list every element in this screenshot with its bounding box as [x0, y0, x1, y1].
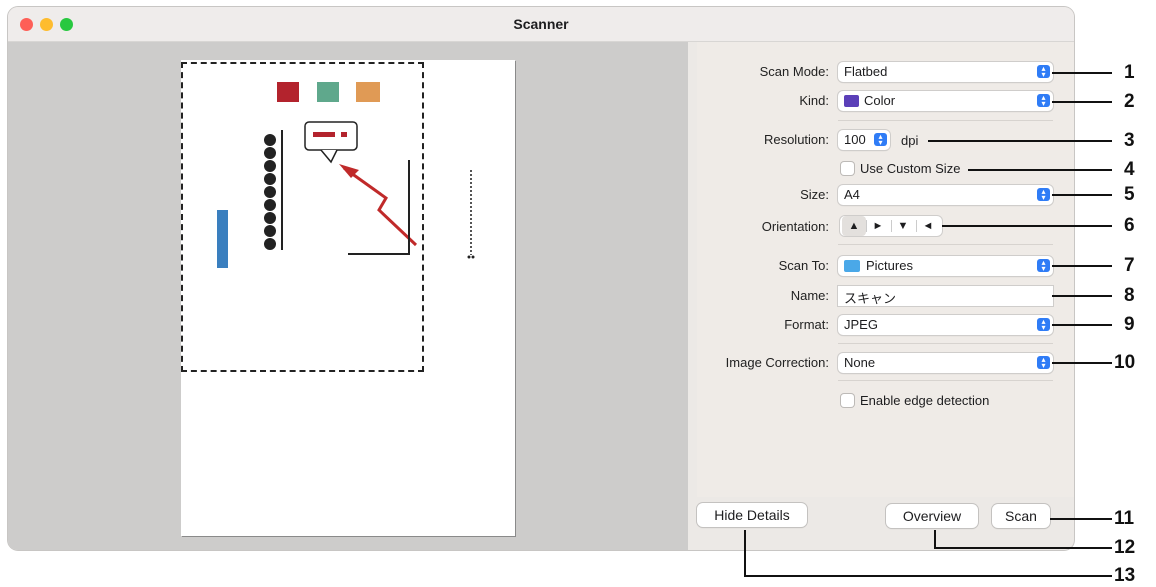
orientation-label: Orientation:	[761, 219, 829, 234]
edge-detection-checkbox[interactable]	[841, 394, 854, 407]
kind-popup[interactable]: Color ▴ ▾	[838, 91, 1053, 111]
scan-to-popup[interactable]: Pictures ▴ ▾	[838, 256, 1053, 276]
scan-mode-popup[interactable]: Flatbed ▴ ▾	[838, 62, 1053, 82]
callout-3: 3	[1124, 130, 1135, 151]
format-value: JPEG	[844, 317, 878, 332]
upside-down-icon[interactable]: ▼	[891, 216, 915, 236]
callout-11: 11	[1114, 508, 1135, 529]
resolution-popup[interactable]: 100 ▴ ▾	[838, 130, 890, 150]
orientation-segmented-control[interactable]: ▲ ► ▼ ◄	[840, 216, 942, 236]
callout-8: 8	[1124, 285, 1135, 306]
edge-detection-label: Enable edge detection	[860, 393, 990, 408]
scan-to-label: Scan To:	[778, 258, 829, 273]
chevron-updown-icon: ▴ ▾	[1037, 94, 1050, 108]
use-custom-size-label: Use Custom Size	[860, 161, 961, 176]
size-popup[interactable]: A4 ▴ ▾	[838, 185, 1053, 205]
overview-button[interactable]: Overview	[886, 504, 978, 528]
size-value: A4	[844, 187, 860, 202]
scan-mode-label: Scan Mode:	[759, 64, 829, 79]
scan-to-value: Pictures	[866, 258, 913, 273]
portrait-icon[interactable]: ▲	[842, 216, 866, 236]
chevron-updown-icon: ▴ ▾	[1037, 259, 1050, 273]
window-title: Scanner	[513, 16, 569, 32]
scan-mode-value: Flatbed	[844, 64, 888, 79]
folder-icon	[844, 260, 860, 272]
scan-selection-rectangle[interactable]	[181, 62, 424, 372]
callout-13: 13	[1114, 565, 1136, 586]
resolution-unit: dpi	[901, 133, 919, 148]
chevron-updown-icon: ▴ ▾	[874, 133, 887, 147]
title-bar: Scanner	[8, 7, 1074, 42]
callout-6: 6	[1124, 215, 1135, 236]
color-photo-icon	[844, 95, 859, 107]
callout-10: 10	[1114, 352, 1136, 373]
separator	[838, 244, 1053, 245]
separator	[838, 343, 1053, 344]
callout-2: 2	[1124, 91, 1135, 112]
image-correction-popup[interactable]: None ▴ ▾	[838, 353, 1053, 373]
callout-12: 12	[1114, 537, 1136, 558]
chevron-updown-icon: ▴ ▾	[1037, 318, 1050, 332]
scan-preview-area[interactable]	[8, 42, 688, 550]
callout-1: 1	[1124, 62, 1135, 83]
separator	[838, 120, 1053, 121]
name-field[interactable]: スキャン	[838, 286, 1053, 306]
chevron-updown-icon: ▴ ▾	[1037, 356, 1050, 370]
resolution-value: 100	[844, 132, 866, 147]
callout-9: 9	[1124, 314, 1135, 335]
name-label: Name:	[790, 288, 829, 303]
callout-7: 7	[1124, 255, 1135, 276]
resolution-label: Resolution:	[763, 132, 829, 147]
use-custom-size-checkbox[interactable]	[841, 162, 854, 175]
kind-value: Color	[864, 93, 896, 108]
callout-5: 5	[1124, 184, 1135, 205]
hide-details-button[interactable]: Hide Details	[697, 503, 807, 527]
chevron-updown-icon: ▴ ▾	[1037, 65, 1050, 79]
landscape-right-icon[interactable]: ◄	[916, 216, 940, 236]
scan-button[interactable]: Scan	[992, 504, 1050, 528]
image-correction-value: None	[844, 355, 876, 370]
format-label: Format:	[784, 317, 829, 332]
size-label: Size:	[800, 187, 829, 202]
landscape-left-icon[interactable]: ►	[866, 216, 890, 236]
scanner-window: Scanner Hide Details Overview Scan	[8, 7, 1074, 550]
format-popup[interactable]: JPEG ▴ ▾	[838, 315, 1053, 335]
callout-4: 4	[1124, 159, 1135, 180]
image-correction-label: Image Correction:	[725, 355, 829, 370]
kind-label: Kind:	[799, 93, 829, 108]
separator	[838, 380, 1053, 381]
chevron-updown-icon: ▴ ▾	[1037, 188, 1050, 202]
